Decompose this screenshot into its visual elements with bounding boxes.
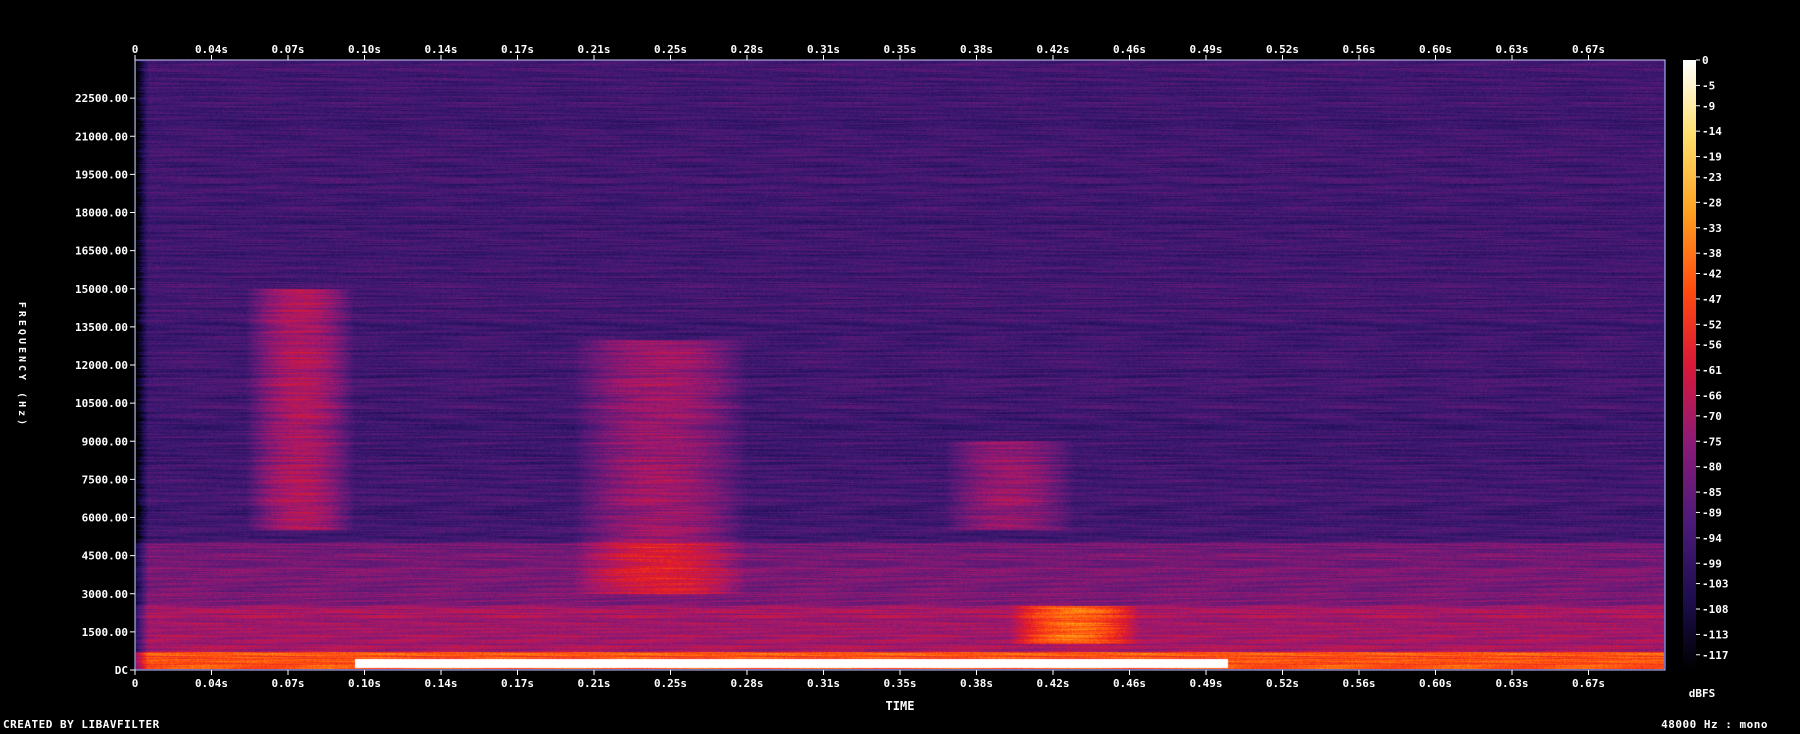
x-tick-label: 0.42s (1036, 677, 1069, 690)
y-tick-label: 6000.00 (82, 512, 128, 525)
colorbar-tick-label: -117 (1702, 649, 1729, 662)
x-tick-label: 0.10s (348, 677, 381, 690)
colorbar-tick-label: -38 (1702, 247, 1722, 260)
colorbar-tick-label: -80 (1702, 461, 1722, 474)
y-tick-label: 15000.00 (75, 283, 128, 296)
colorbar-label: dBFS (1689, 687, 1716, 700)
x-tick-label: 0.04s (195, 677, 228, 690)
y-tick-label: DC (115, 664, 128, 677)
y-tick-label: 1500.00 (82, 626, 128, 639)
colorbar-tick-label: -85 (1702, 486, 1722, 499)
colorbar-tick-label: -5 (1702, 79, 1715, 92)
credit-text: CREATED BY LIBAVFILTER (3, 718, 160, 731)
x-tick-label: 0.14s (424, 677, 457, 690)
x-tick-label: 0.49s (1189, 43, 1222, 56)
x-tick-label: 0.49s (1189, 677, 1222, 690)
x-tick-label: 0.04s (195, 43, 228, 56)
x-tick-label: 0.21s (577, 43, 610, 56)
colorbar-tick-label: -94 (1702, 532, 1722, 545)
x-tick-label: 0.42s (1036, 43, 1069, 56)
y-tick-label: 21000.00 (75, 130, 128, 143)
colorbar-tick-label: 0 (1702, 54, 1709, 67)
x-axis-bottom: 0 0.04s 0.07s 0.10s 0.14s 0.17s 0.21s 0.25s 0.28… (132, 670, 1605, 690)
y-tick-label: 12000.00 (75, 359, 128, 372)
y-tick-label: 3000.00 (82, 588, 128, 601)
colorbar-tick-label: -103 (1702, 578, 1729, 591)
x-tick-label: 0.38s (960, 43, 993, 56)
spectrogram-heatmap (136, 61, 1664, 669)
colorbar-tick-label: -42 (1702, 268, 1722, 281)
y-tick-label: 18000.00 (75, 207, 128, 220)
y-axis: DC 1500.00 3000.00 4500.00 6000.00 7500.00 900… (75, 92, 135, 677)
x-tick-label: 0.67s (1572, 43, 1605, 56)
x-tick-label: 0.60s (1419, 677, 1452, 690)
x-tick-label: 0.63s (1495, 43, 1528, 56)
x-tick-label: 0.14s (424, 43, 457, 56)
colorbar-tick-label: -113 (1702, 628, 1729, 641)
colorbar-tick-label: -47 (1702, 293, 1722, 306)
colorbar-tick-label: -56 (1702, 339, 1722, 352)
x-tick-label: 0.46s (1113, 43, 1146, 56)
x-tick-label: 0.28s (730, 43, 763, 56)
colorbar-tick-label: -52 (1702, 318, 1722, 331)
colorbar-tick-label: -19 (1702, 151, 1722, 164)
x-tick-label: 0.21s (577, 677, 610, 690)
y-tick-label: 10500.00 (75, 397, 128, 410)
x-tick-label: 0.25s (654, 43, 687, 56)
y-tick-label: 7500.00 (82, 473, 128, 486)
colorbar-tick-label: -61 (1702, 364, 1722, 377)
colorbar-tick-label: -66 (1702, 390, 1722, 403)
x-tick-label: 0.60s (1419, 43, 1452, 56)
colorbar-tick-label: -28 (1702, 196, 1722, 209)
spectrogram-svg: 0 0.04s 0.07s 0.10s 0.14s 0.17s 0.21s 0.25s 0.28… (16, 43, 1729, 713)
colorbar-tick-label: -75 (1702, 435, 1722, 448)
colorbar-tick-label: -108 (1702, 603, 1729, 616)
y-tick-label: 9000.00 (82, 435, 128, 448)
spectrogram-chart: 0 0.04s 0.07s 0.10s 0.14s 0.17s 0.21s 0.25s 0.28… (0, 0, 1800, 734)
x-tick-label: 0.10s (348, 43, 381, 56)
colorbar-tick-label: -99 (1702, 557, 1722, 570)
y-axis-label: FREQUENCY (Hz) (16, 302, 27, 428)
y-tick-label: 22500.00 (75, 92, 128, 105)
x-tick-label: 0.31s (807, 43, 840, 56)
x-axis-top: 0 0.04s 0.07s 0.10s 0.14s 0.17s 0.21s 0.25s 0.28… (132, 43, 1605, 60)
x-tick-label: 0.67s (1572, 677, 1605, 690)
x-tick-label: 0.17s (501, 677, 534, 690)
x-tick-label: 0.38s (960, 677, 993, 690)
y-tick-label: 16500.00 (75, 245, 128, 258)
x-axis-label: TIME (886, 699, 915, 713)
x-tick-label: 0.28s (730, 677, 763, 690)
colorbar-tick-label: -70 (1702, 410, 1722, 423)
x-tick-label: 0.07s (271, 677, 304, 690)
x-tick-label: 0.46s (1113, 677, 1146, 690)
x-tick-label: 0.52s (1266, 677, 1299, 690)
x-tick-label: 0.56s (1342, 677, 1375, 690)
colorbar-tick-label: -9 (1702, 100, 1715, 113)
colorbar-tick-label: -14 (1702, 125, 1722, 138)
x-tick-label: 0.63s (1495, 677, 1528, 690)
y-tick-label: 13500.00 (75, 321, 128, 334)
sample-rate-info: 48000 Hz : mono (1661, 718, 1768, 731)
colorbar-tick-label: -89 (1702, 506, 1722, 519)
x-tick-label: 0.52s (1266, 43, 1299, 56)
y-tick-label: 4500.00 (82, 550, 128, 563)
colorbar-tick-label: -23 (1702, 171, 1722, 184)
colorbar (1683, 60, 1696, 670)
x-tick-label: 0 (132, 43, 139, 56)
x-tick-label: 0.07s (271, 43, 304, 56)
x-tick-label: 0.56s (1342, 43, 1375, 56)
x-tick-label: 0.25s (654, 677, 687, 690)
x-tick-label: 0.31s (807, 677, 840, 690)
x-tick-label: 0.35s (883, 43, 916, 56)
colorbar-tick-label: -33 (1702, 222, 1722, 235)
y-tick-label: 19500.00 (75, 168, 128, 181)
colorbar-ticks: 0 -5 -9 -14 -19 -23 -28 -33 -38 -42 -47 -52 -56 -61 -6… (1696, 54, 1729, 662)
x-tick-label: 0.17s (501, 43, 534, 56)
x-tick-label: 0.35s (883, 677, 916, 690)
x-tick-label: 0 (132, 677, 139, 690)
